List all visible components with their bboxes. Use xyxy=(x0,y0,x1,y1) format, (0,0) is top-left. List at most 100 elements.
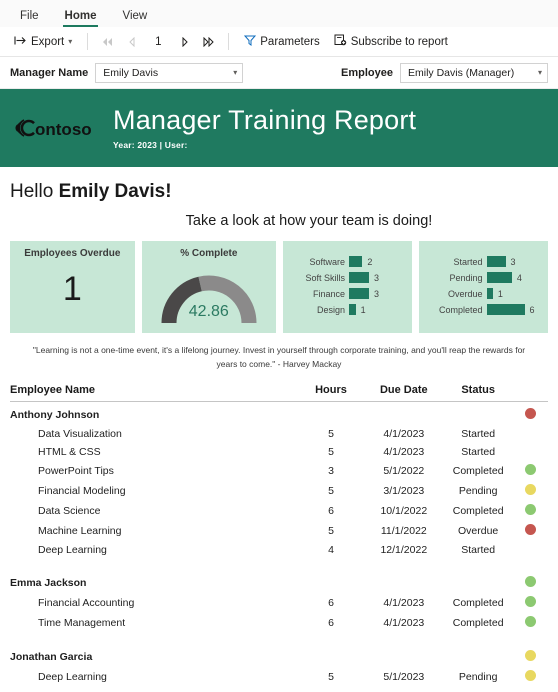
table-group-row[interactable]: Emma Jackson xyxy=(10,570,548,593)
training-table: Employee Name Hours Due Date Status Anth… xyxy=(10,381,548,687)
report-subtitle: Year: 2023 | User: xyxy=(113,139,188,150)
table-row[interactable]: PowerPoint Tips 3 5/1/2022 Completed xyxy=(10,461,548,481)
parameters-label: Parameters xyxy=(260,35,320,48)
cell-due-date: 5/1/2022 xyxy=(383,465,425,478)
column-header-due-date[interactable]: Due Date xyxy=(364,381,443,403)
cell-course-name: PowerPoint Tips xyxy=(38,465,114,478)
cell-course-name: Data Visualization xyxy=(38,428,122,441)
tab-view[interactable]: View xyxy=(112,7,157,28)
cell-status-dot xyxy=(514,541,549,559)
cell-status: Completed xyxy=(452,465,504,478)
column-header-status[interactable]: Status xyxy=(442,381,514,403)
cell-hours: 3 xyxy=(328,465,334,478)
bar[interactable] xyxy=(486,272,512,283)
bar-area: 6 xyxy=(486,304,543,315)
parameters-button[interactable]: Parameters xyxy=(238,31,325,52)
toolbar-separator-1 xyxy=(87,33,89,50)
tab-home[interactable]: Home xyxy=(55,7,107,28)
column-header-employee-name[interactable]: Employee Name xyxy=(10,381,298,403)
table-group-row[interactable]: Anthony Johnson xyxy=(10,402,548,426)
export-icon xyxy=(14,35,27,49)
cell-status-dot xyxy=(514,593,549,613)
report-body: Hello Emily Davis! Take a look at how yo… xyxy=(0,181,558,687)
cell-course-name: Machine Learning xyxy=(38,525,122,538)
last-page-icon[interactable] xyxy=(197,32,219,52)
subscribe-label: Subscribe to report xyxy=(350,35,448,48)
table-row[interactable]: Time Management 6 4/1/2023 Completed xyxy=(10,613,548,633)
table-row[interactable]: Financial Accounting 6 4/1/2023 Completed xyxy=(10,593,548,613)
group-hours xyxy=(297,570,365,593)
status-dot xyxy=(525,650,537,662)
bar-row: Started 3 xyxy=(425,255,543,268)
cell-status-dot xyxy=(514,521,549,541)
manager-name-value: Emily Davis xyxy=(103,66,159,79)
group-hours xyxy=(297,644,365,667)
card-status-breakdown: Started 3 Pending 4 Overdue 1 Completed 6 xyxy=(418,241,548,333)
group-due-date xyxy=(365,644,443,667)
cell-hours: 6 xyxy=(328,597,334,610)
export-button[interactable]: Export ▾ xyxy=(8,32,78,52)
page-number[interactable]: 1 xyxy=(145,36,171,48)
group-status-dot-cell xyxy=(514,644,549,667)
motivational-quote: "Learning is not a one-time event, it's … xyxy=(32,345,526,369)
subscribe-document-icon xyxy=(334,34,347,49)
column-header-hours[interactable]: Hours xyxy=(297,381,365,403)
table-row[interactable]: Data Visualization 5 4/1/2023 Started xyxy=(10,425,548,443)
table-group-row[interactable]: Jonathan Garcia xyxy=(10,644,548,667)
status-dot xyxy=(525,616,537,628)
employees-overdue-value: 1 xyxy=(62,270,82,308)
status-dot xyxy=(525,504,537,516)
bar-row: Pending 4 xyxy=(425,271,543,284)
previous-page-icon[interactable] xyxy=(121,32,143,52)
table-row[interactable]: Deep Learning 4 12/1/2022 Started xyxy=(10,541,548,559)
bar-area: 3 xyxy=(348,288,406,299)
cell-due-date: 10/1/2022 xyxy=(380,505,428,518)
group-hours xyxy=(297,402,365,426)
bar[interactable] xyxy=(348,304,356,315)
employee-dropdown[interactable]: Emily Davis (Manager) ▾ xyxy=(400,62,548,83)
kpi-card-row: Employees Overdue 1 % Complete 42.86 Sof… xyxy=(10,241,548,333)
bar[interactable] xyxy=(348,272,369,283)
card-title: % Complete xyxy=(180,248,238,259)
bar[interactable] xyxy=(348,256,363,267)
next-page-icon[interactable] xyxy=(173,32,195,52)
bar-row: Overdue 1 xyxy=(425,287,543,300)
spacer-cell xyxy=(10,633,548,644)
table-row[interactable]: Financial Modeling 5 3/1/2023 Pending xyxy=(10,481,548,501)
first-page-icon[interactable] xyxy=(97,32,119,52)
table-row[interactable]: HTML & CSS 5 4/1/2023 Started xyxy=(10,443,548,461)
cell-status: Started xyxy=(461,544,496,557)
bar-area: 1 xyxy=(486,288,543,299)
cell-status: Started xyxy=(461,446,496,459)
toolbar-separator-2 xyxy=(228,33,230,50)
bar-row: Software 2 xyxy=(289,255,406,268)
cell-status-dot xyxy=(514,425,549,443)
cell-course-name: Deep Learning xyxy=(38,671,107,684)
table-row[interactable]: Deep Learning 5 5/1/2023 Pending xyxy=(10,667,548,687)
cell-course-name: Financial Accounting xyxy=(38,597,135,610)
group-spacer xyxy=(10,633,548,644)
bar[interactable] xyxy=(348,288,369,299)
bar[interactable] xyxy=(486,256,506,267)
contoso-wordmark: ontoso xyxy=(35,120,92,139)
bar[interactable] xyxy=(486,304,525,315)
cell-status: Pending xyxy=(458,671,498,684)
bar-area: 3 xyxy=(348,272,406,283)
group-status-dot-cell xyxy=(514,570,549,593)
cell-course-name: Deep Learning xyxy=(38,544,107,557)
status-dot xyxy=(525,524,537,536)
chevron-down-icon[interactable]: ▾ xyxy=(68,37,72,46)
bar-value: 1 xyxy=(360,304,366,315)
bar-value: 6 xyxy=(529,304,535,315)
banner-text-block: Manager Training Report Year: 2023 | Use… xyxy=(113,106,416,150)
group-due-date xyxy=(365,402,443,426)
bar[interactable] xyxy=(486,288,493,299)
table-row[interactable]: Data Science 6 10/1/2022 Completed xyxy=(10,501,548,521)
tab-file[interactable]: File xyxy=(10,7,49,28)
chevron-down-icon: ▾ xyxy=(537,68,542,77)
cell-status-dot xyxy=(514,481,549,501)
subscribe-button[interactable]: Subscribe to report xyxy=(328,31,454,52)
manager-name-dropdown[interactable]: Emily Davis ▾ xyxy=(95,62,244,83)
cell-status-dot xyxy=(514,501,549,521)
table-row[interactable]: Machine Learning 5 11/1/2022 Overdue xyxy=(10,521,548,541)
